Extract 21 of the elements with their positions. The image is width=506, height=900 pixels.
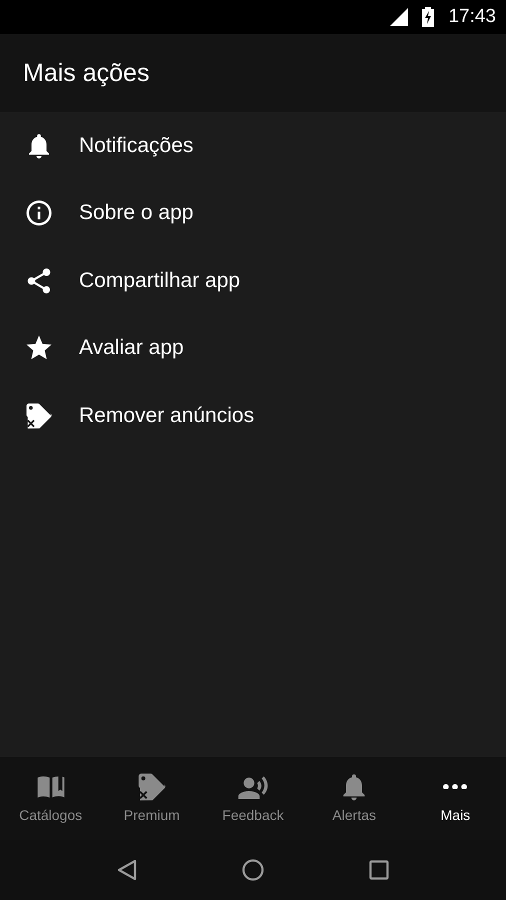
tag-icon bbox=[24, 400, 54, 431]
menu-item[interactable]: Sobre o app bbox=[0, 180, 506, 247]
nav-tab[interactable]: Mais bbox=[404, 757, 506, 840]
battery-icon bbox=[422, 7, 434, 27]
screen-title: Mais ações bbox=[23, 58, 150, 88]
nav-tab[interactable]: Catálogos bbox=[0, 757, 102, 840]
menu-item[interactable]: Notificações bbox=[0, 112, 506, 180]
nav-tab[interactable]: Feedback bbox=[202, 757, 304, 840]
nav-tab[interactable]: Premium bbox=[101, 757, 202, 840]
signal-icon bbox=[390, 8, 408, 26]
nav-tab[interactable]: Alertas bbox=[304, 757, 405, 840]
menu-item[interactable]: Avaliar app bbox=[0, 314, 506, 382]
home-icon[interactable] bbox=[242, 859, 264, 881]
back-icon[interactable] bbox=[117, 859, 137, 881]
info-icon bbox=[24, 198, 54, 228]
menu-item[interactable]: Remover anúncios bbox=[0, 382, 506, 450]
menu-item[interactable]: Compartilhar app bbox=[0, 247, 506, 314]
tag-icon bbox=[136, 770, 168, 802]
recents-icon[interactable] bbox=[369, 860, 389, 880]
clock: 17:43 bbox=[448, 6, 496, 28]
more-icon bbox=[443, 784, 468, 790]
